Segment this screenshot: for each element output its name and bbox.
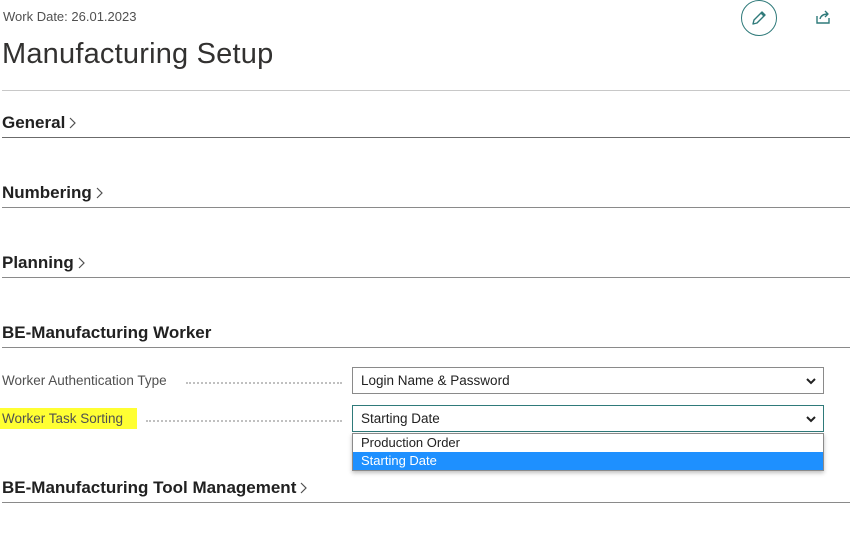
leader-dots [146,419,342,422]
task-sorting-value: Starting Date [361,411,440,426]
auth-type-select[interactable]: Login Name & Password [352,367,824,394]
section-general-label: General [2,113,66,132]
chevron-right-icon [69,117,77,129]
section-general[interactable]: General [2,107,850,138]
task-sorting-label: Worker Task Sorting [0,408,138,429]
section-worker[interactable]: BE-Manufacturing Worker [2,317,850,348]
task-sorting-select[interactable]: Starting Date [352,405,824,432]
auth-type-value: Login Name & Password [361,373,510,388]
field-auth-type: Worker Authentication Type Login Name & … [0,367,850,397]
section-tool-label: BE-Manufacturing Tool Management [2,478,297,497]
pencil-icon [752,11,766,25]
share-button[interactable] [810,4,836,30]
section-numbering-label: Numbering [2,183,92,202]
leader-dots [186,381,342,384]
chevron-down-icon [806,416,816,423]
dropdown-option-selected[interactable]: Starting Date [353,452,823,470]
chevron-right-icon [300,482,308,494]
page-title: Manufacturing Setup [2,38,274,70]
chevron-right-icon [96,187,103,199]
section-worker-label: BE-Manufacturing Worker [2,323,212,342]
share-icon [816,10,830,24]
edit-button[interactable] [741,0,777,36]
section-planning[interactable]: Planning [2,247,850,278]
dropdown-option[interactable]: Production Order [353,434,823,452]
chevron-right-icon [78,257,85,269]
work-date: Work Date: 26.01.2023 [3,9,137,24]
section-tool[interactable]: BE-Manufacturing Tool Management [2,472,850,503]
chevron-down-icon [806,378,816,385]
auth-type-label: Worker Authentication Type [2,373,167,388]
section-numbering[interactable]: Numbering [2,177,850,208]
task-sorting-dropdown: Production Order Starting Date [352,433,824,471]
section-planning-label: Planning [2,253,74,272]
field-task-sorting: Worker Task Sorting Starting Date [0,405,850,435]
header-divider [2,90,850,91]
